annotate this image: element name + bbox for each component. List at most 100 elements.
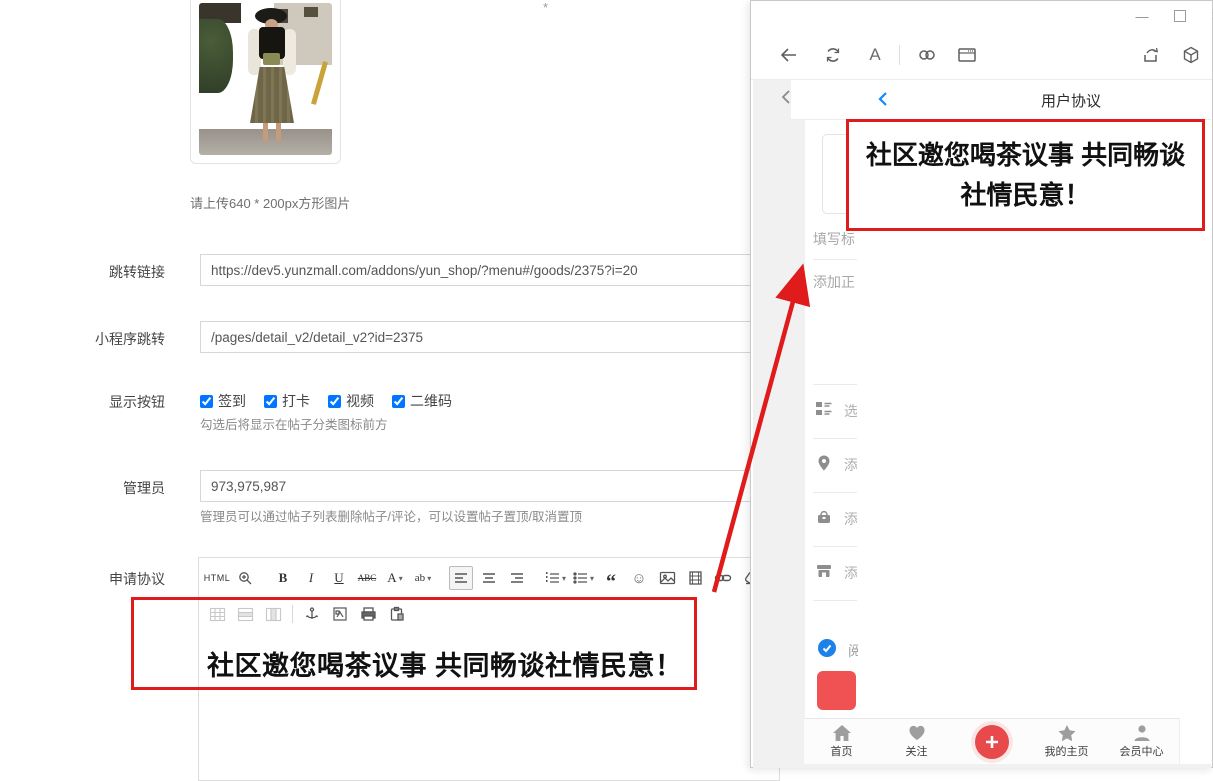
tab-my-homepage-label: 我的主页 [1045, 743, 1089, 759]
divider [813, 492, 857, 493]
home-icon [831, 724, 853, 742]
admin-help: 管理员可以通过帖子列表删除帖子/评论，可以设置帖子置顶/取消置顶 [200, 506, 582, 525]
agree-check-icon[interactable] [818, 639, 836, 657]
insert-link-button[interactable] [711, 566, 735, 590]
insert-image-button[interactable] [655, 566, 679, 590]
person-icon [1132, 724, 1152, 742]
required-asterisk: * [543, 0, 548, 15]
content-input-placeholder[interactable]: 添加正 [813, 272, 858, 292]
checkbox-checkin-box[interactable] [264, 395, 277, 408]
link-icon[interactable] [915, 43, 939, 67]
font-color-button[interactable]: A▾ [383, 566, 407, 590]
callout-text: 社区邀您喝茶议事 共同畅谈社情民意！ [855, 135, 1196, 215]
star-icon [1057, 724, 1077, 742]
insert-video-button[interactable] [683, 566, 707, 590]
tab-post[interactable] [954, 719, 1029, 764]
field-label-jump-link: 跳转链接 [60, 262, 165, 282]
page-title: 用户协议 [1041, 90, 1101, 111]
row-label-store[interactable]: 添 [844, 563, 857, 583]
strikethrough-button[interactable]: ABC [355, 566, 379, 590]
editor-toolbar-row1: HTML B I U ABC A▾ ab▾ ▾ ▾ “ ☺ [199, 558, 779, 598]
window-close-button[interactable]: ✕ [1201, 1, 1213, 31]
divider [813, 600, 857, 601]
checkbox-video[interactable]: 视频 [328, 391, 374, 411]
highlight-color-button[interactable]: ab▾ [411, 566, 435, 590]
plus-icon[interactable] [975, 725, 1009, 759]
italic-button[interactable]: I [299, 566, 323, 590]
upload-caption: 请上传640 * 200px方形图片 [190, 193, 350, 212]
browser-window-icon[interactable] [955, 43, 979, 67]
checkbox-qrcode-box[interactable] [392, 395, 405, 408]
store-icon[interactable] [815, 562, 833, 580]
agree-label: 阅 [848, 641, 858, 661]
publish-button[interactable] [817, 671, 856, 710]
tab-home-label: 首页 [831, 743, 853, 759]
annotation-box-editor [131, 597, 697, 690]
window-maximize-button[interactable] [1165, 1, 1195, 31]
annotation-callout: 社区邀您喝茶议事 共同畅谈社情民意！ [846, 119, 1205, 231]
preview-icon[interactable] [233, 566, 257, 590]
show-buttons-help: 勾选后将显示在帖子分类图标前方 [200, 414, 388, 433]
back-icon[interactable] [777, 43, 801, 67]
highlight-glyph: ab [415, 572, 425, 584]
checkbox-video-box[interactable] [328, 395, 341, 408]
unordered-list-button[interactable]: ▾ [571, 566, 595, 590]
field-label-admin: 管理员 [60, 478, 165, 498]
divider [813, 384, 857, 385]
divider [813, 546, 857, 547]
share-icon[interactable] [1139, 43, 1163, 67]
simulator-bottom-strip [753, 764, 1211, 768]
tab-follow-label: 关注 [906, 743, 928, 759]
title-input-placeholder[interactable]: 填写标 [813, 229, 858, 249]
checkbox-checkin[interactable]: 打卡 [264, 391, 310, 411]
refresh-icon[interactable] [821, 43, 845, 67]
phone-tabbar: 首页 关注 我的主页 会员中心 [804, 718, 1180, 764]
divider [813, 259, 857, 260]
align-center-button[interactable] [477, 566, 501, 590]
tab-follow[interactable]: 关注 [879, 719, 954, 764]
checkbox-signin[interactable]: 签到 [200, 391, 246, 411]
upload-image-card[interactable] [190, 0, 341, 164]
goods-icon[interactable] [815, 508, 833, 526]
tab-member-center-label: 会员中心 [1120, 743, 1164, 759]
emoji-button[interactable]: ☺ [627, 566, 651, 590]
divider [813, 438, 857, 439]
simulator-background [753, 80, 805, 764]
row-label-location[interactable]: 添 [844, 455, 857, 475]
window-titlebar[interactable]: — ✕ [751, 1, 1212, 31]
tab-home[interactable]: 首页 [804, 719, 879, 764]
package-icon[interactable] [1179, 43, 1203, 67]
jump-link-input[interactable] [200, 254, 780, 286]
font-size-icon[interactable]: A [863, 43, 887, 67]
page-back-icon[interactable] [876, 91, 892, 107]
tab-member-center[interactable]: 会员中心 [1104, 719, 1179, 764]
tab-my-homepage[interactable]: 我的主页 [1029, 719, 1104, 764]
field-label-miniprogram: 小程序跳转 [60, 329, 165, 349]
category-icon[interactable] [815, 400, 833, 418]
checkbox-video-label: 视频 [346, 391, 374, 411]
admin-input[interactable] [200, 470, 780, 502]
font-color-glyph: A [387, 570, 396, 586]
align-left-button[interactable] [449, 566, 473, 590]
ordered-list-button[interactable]: ▾ [543, 566, 567, 590]
align-right-button[interactable] [505, 566, 529, 590]
bold-button[interactable]: B [271, 566, 295, 590]
window-minimize-button[interactable]: — [1127, 1, 1157, 31]
field-label-agreement: 申请协议 [60, 569, 165, 589]
devtools-back-icon[interactable] [779, 89, 795, 105]
checkbox-checkin-label: 打卡 [282, 391, 310, 411]
field-label-show-buttons: 显示按钮 [60, 392, 165, 412]
row-label-category[interactable]: 选 [844, 401, 857, 421]
checkbox-signin-box[interactable] [200, 395, 213, 408]
blockquote-button[interactable]: “ [599, 562, 623, 594]
screenshot-canvas: * 请上传640 * 200px方形图片 跳转链接 小程序跳转 显示按钮 签到 … [0, 0, 1213, 781]
location-icon[interactable] [815, 454, 833, 472]
html-source-button[interactable]: HTML [205, 566, 229, 590]
preview-window: — ✕ A 用户协议 填写标 添加正 选 添 [750, 0, 1213, 768]
phone-navbar: 用户协议 [791, 80, 1211, 120]
miniprogram-input[interactable] [200, 321, 780, 353]
underline-button[interactable]: U [327, 566, 351, 590]
preview-toolbar: A [751, 31, 1212, 80]
row-label-goods[interactable]: 添 [844, 509, 857, 529]
checkbox-qrcode[interactable]: 二维码 [392, 391, 452, 411]
